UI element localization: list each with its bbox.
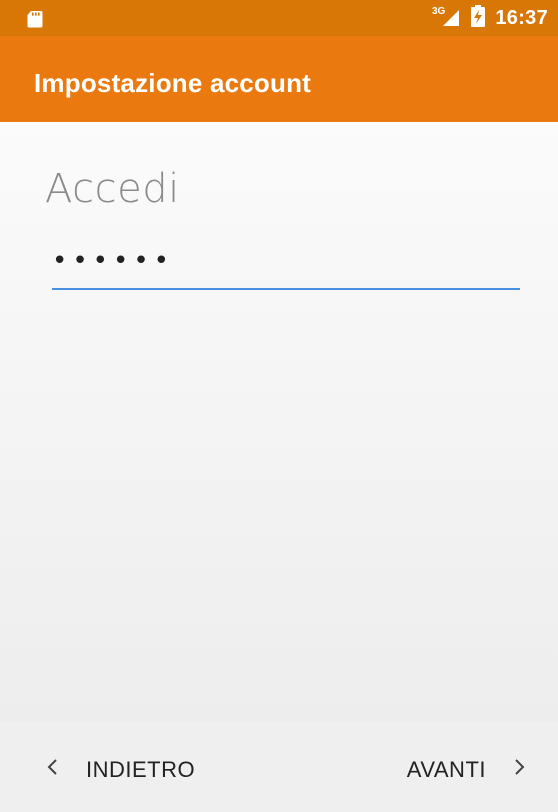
main-content: Accedi [0, 122, 558, 722]
status-bar: 3G 16:37 [0, 0, 558, 36]
app-bar: Impostazione account [0, 36, 558, 122]
password-field[interactable] [52, 238, 520, 290]
signal-icon: 3G [432, 5, 461, 28]
back-button-label: INDIETRO [86, 757, 196, 782]
sd-card-icon [26, 10, 44, 33]
app-title: Impostazione account [34, 68, 312, 98]
battery-charging-icon [471, 4, 486, 32]
bottom-nav: INDIETRO AVANTI [0, 722, 558, 812]
next-button[interactable]: AVANTI [407, 750, 526, 790]
network-type: 3G [432, 5, 446, 17]
chevron-right-icon [514, 758, 526, 782]
page-title: Accedi [45, 166, 180, 212]
next-button-label: AVANTI [406, 757, 486, 782]
chevron-left-icon [46, 758, 58, 782]
back-button[interactable]: INDIETRO [46, 750, 195, 790]
status-time: 16:37 [495, 6, 548, 29]
status-icons: 3G 16:37 [432, 0, 548, 36]
